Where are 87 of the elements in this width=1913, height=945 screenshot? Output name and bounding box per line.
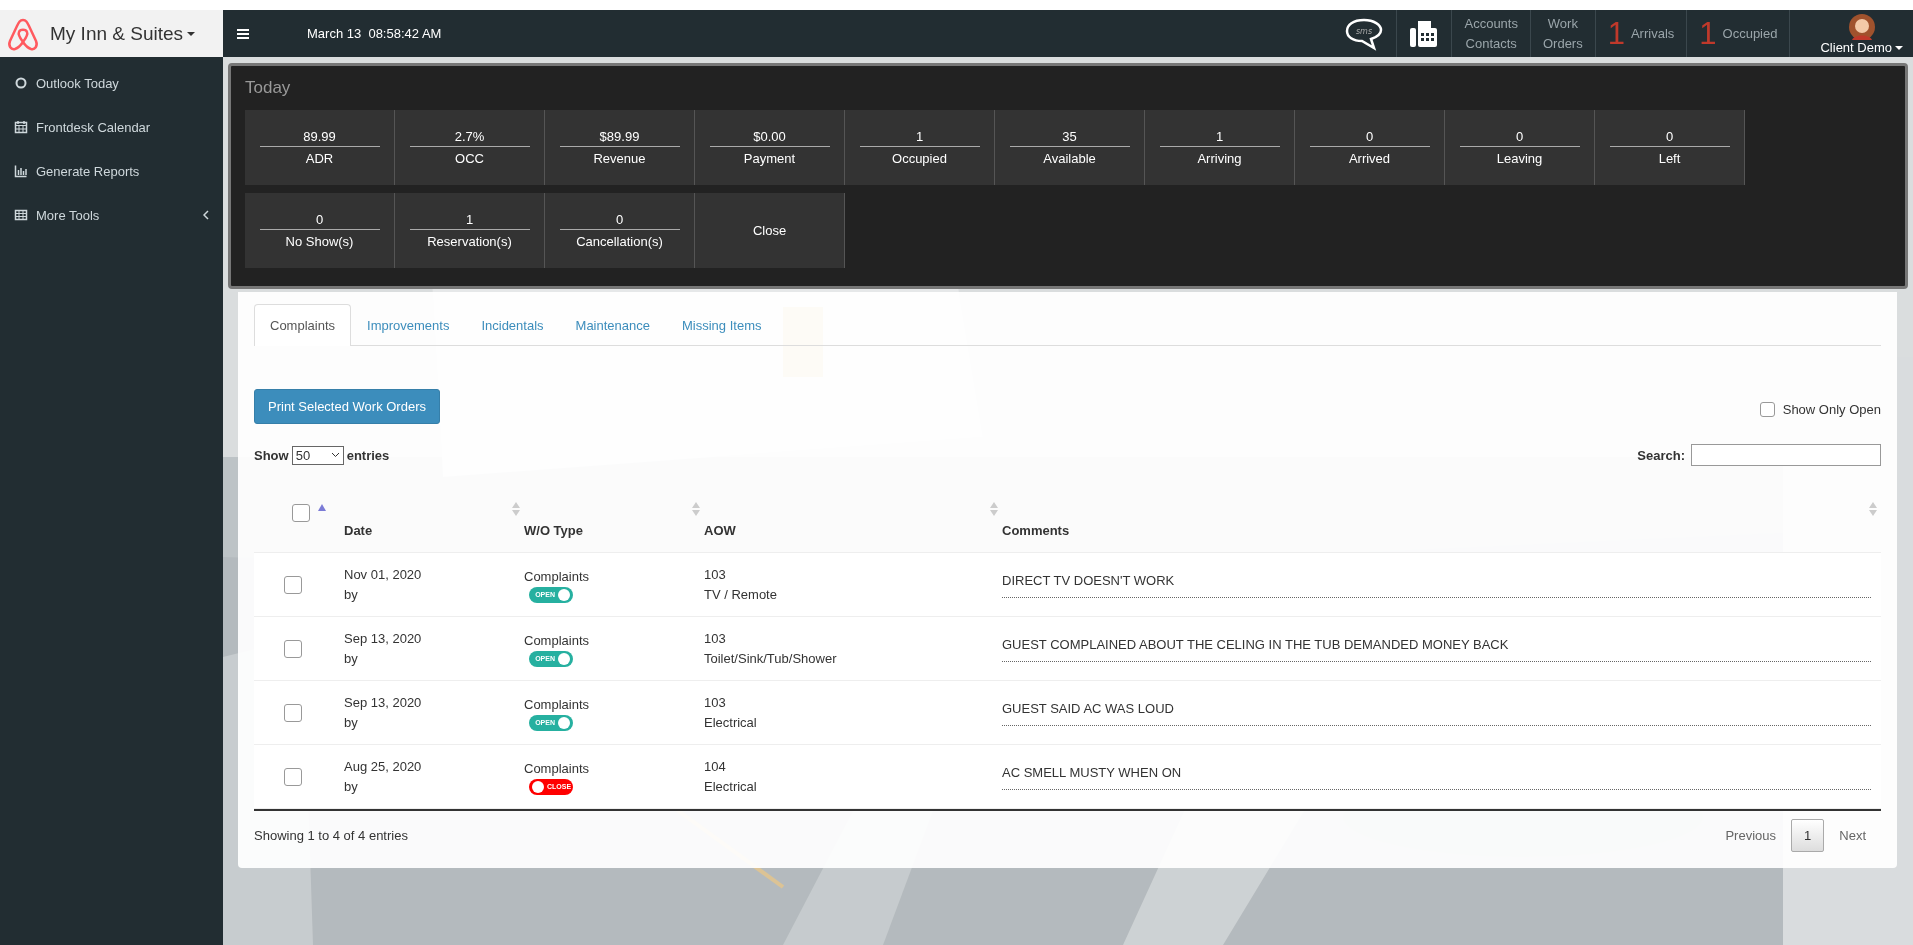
avatar-icon[interactable]	[1848, 14, 1875, 40]
stat-tile[interactable]: 35 Available	[995, 110, 1145, 185]
search-field[interactable]	[1691, 444, 1881, 466]
entries-label: entries	[346, 447, 390, 463]
author-cell-text: by	[344, 777, 359, 796]
entries-select[interactable]: 50	[291, 445, 344, 465]
print-button[interactable]: Print Selected Work Orders	[254, 389, 440, 424]
author-cell-text: by	[344, 713, 359, 732]
type-cell-text: Complaints	[524, 695, 591, 714]
column-header[interactable]: AOW	[704, 523, 736, 538]
area-cell-text: Electrical	[704, 777, 758, 796]
caret-icon	[330, 452, 340, 458]
sort-icon[interactable]	[990, 502, 998, 516]
date-cell-text: Aug 25, 2020	[344, 757, 423, 776]
bar-chart-icon	[14, 164, 28, 178]
date-cell-text: Nov 01, 2020	[344, 565, 423, 584]
room-cell-text: 103	[704, 629, 727, 648]
select-all-checkbox[interactable]	[292, 504, 310, 522]
column-header[interactable]: Date	[344, 523, 373, 538]
sort-ascending-icon[interactable]	[318, 504, 326, 511]
stat-tile[interactable]: 0 Leaving	[1445, 110, 1595, 185]
sms-icon[interactable]: sms	[1344, 16, 1385, 51]
date-cell-text: Sep 13, 2020	[344, 693, 423, 712]
comment-cell: GUEST SAID AC WAS LOUD	[1002, 699, 1871, 726]
table-icon	[14, 208, 28, 222]
user-menu[interactable]: Client Demo	[1820, 40, 1903, 57]
nav-link[interactable]: Work Orders	[1542, 13, 1583, 54]
stat-tile[interactable]: 1 Occupied	[845, 110, 995, 185]
sidebar-item[interactable]: Outlook Today	[0, 61, 223, 105]
type-cell-text: Complaints	[524, 631, 591, 650]
nav-link[interactable]: Accounts Contacts	[1464, 13, 1518, 54]
sort-icon[interactable]	[1869, 502, 1877, 516]
area-cell-text: Toilet/Sink/Tub/Shower	[704, 649, 838, 668]
page-button[interactable]: 1	[1791, 819, 1825, 852]
stat-tile[interactable]: 0 Arrived	[1295, 110, 1445, 185]
checkbox-label: Show Only Open	[1782, 402, 1881, 417]
date-time: March 13 08:58:42 AM	[307, 26, 442, 41]
stat-tile[interactable]: Close	[695, 193, 845, 268]
stat-tile[interactable]: 1 Reservation(s)	[395, 193, 545, 268]
date-cell-text: Sep 13, 2020	[344, 629, 423, 648]
tab[interactable]: Complaints	[254, 304, 352, 346]
stat-tile[interactable]: 89.99 ADR	[245, 110, 395, 185]
type-cell-text: Complaints	[524, 567, 591, 586]
row-checkbox[interactable]	[284, 767, 302, 786]
sidebar-item[interactable]: Generate Reports	[0, 149, 223, 193]
show-label: Show	[254, 447, 289, 463]
stat-tile[interactable]: 2.7% OCC	[395, 110, 545, 185]
sidebar-item[interactable]: Frontdesk Calendar	[0, 105, 223, 149]
stat-tile[interactable]: 0 Left	[1595, 110, 1745, 185]
stat-tile[interactable]: $0.00 Payment	[695, 110, 845, 185]
stat-tile[interactable]: 1 Arriving	[1145, 110, 1295, 185]
type-cell-text: Complaints	[524, 759, 591, 778]
row-checkbox[interactable]	[284, 575, 302, 594]
tab[interactable]: Improvements	[351, 304, 466, 346]
row-checkbox[interactable]	[284, 703, 302, 722]
checkbox[interactable]	[1759, 402, 1775, 417]
stat-tile[interactable]: 0 Cancellation(s)	[545, 193, 695, 268]
counter-label[interactable]: Occupied	[1722, 26, 1778, 41]
sort-icon[interactable]	[692, 502, 700, 516]
area-cell-text: TV / Remote	[704, 585, 778, 604]
calendar-icon	[14, 120, 28, 134]
column-header[interactable]: W/O Type	[524, 523, 583, 538]
stat-tile[interactable]: 0 No Show(s)	[245, 193, 395, 268]
author-cell-text: by	[344, 585, 359, 604]
menu-icon[interactable]	[237, 28, 249, 39]
stat-tile[interactable]: $89.99 Revenue	[545, 110, 695, 185]
sidebar-item[interactable]: More Tools	[0, 193, 223, 237]
search-label: Search:	[1637, 447, 1685, 463]
circle-icon	[14, 76, 28, 90]
room-cell-text: 104	[704, 757, 727, 776]
tab[interactable]: Missing Items	[666, 304, 778, 346]
sort-icon[interactable]	[512, 502, 520, 516]
room-cell-text: 103	[704, 693, 727, 712]
counter-label[interactable]: Arrivals	[1630, 26, 1675, 41]
tab[interactable]: Maintenance	[559, 304, 666, 346]
table-info: Showing 1 to 4 of 4 entries	[254, 828, 408, 843]
column-header[interactable]: Comments	[1002, 523, 1070, 538]
tab[interactable]: Incidentals	[465, 304, 560, 346]
row-checkbox[interactable]	[284, 639, 302, 658]
comment-cell: AC SMELL MUSTY WHEN ON	[1002, 763, 1871, 790]
comment-cell: DIRECT TV DOESN'T WORK	[1002, 571, 1871, 598]
author-cell-text: by	[344, 649, 359, 668]
panel-title: Today	[245, 78, 292, 98]
area-cell-text: Electrical	[704, 713, 758, 732]
room-cell-text: 103	[704, 565, 727, 584]
fax-icon[interactable]	[1409, 18, 1440, 49]
comment-cell: GUEST COMPLAINED ABOUT THE CELING IN THE TUB DEMANDED MONEY BACK	[1002, 635, 1871, 662]
